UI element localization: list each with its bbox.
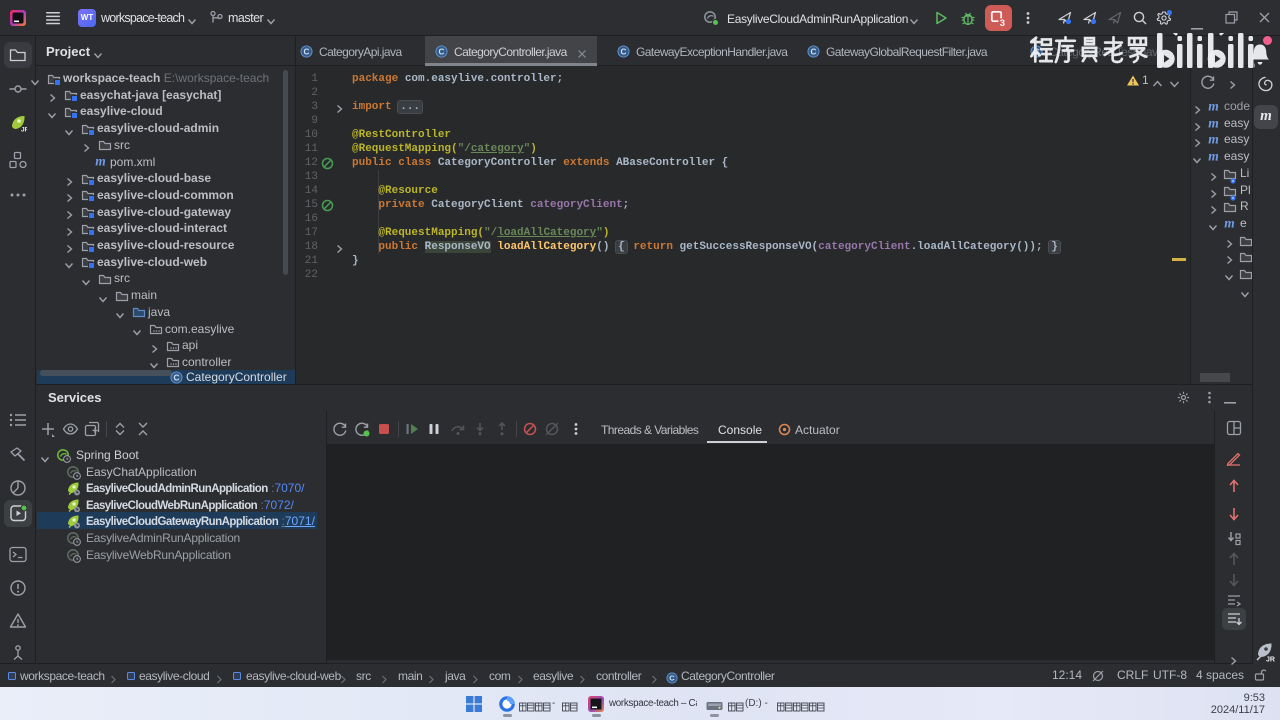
svg-text:m: m [1224, 217, 1235, 230]
svg-text:m: m [1208, 150, 1219, 163]
svg-text:C: C [304, 47, 310, 56]
svg-text:C: C [439, 47, 445, 56]
svg-text:m: m [1208, 117, 1219, 130]
svg-text:m: m [1208, 133, 1219, 146]
svg-text:C: C [174, 373, 180, 382]
svg-text:JR: JR [1266, 657, 1275, 663]
svg-text:C: C [811, 47, 817, 56]
svg-text:JR: JR [21, 127, 27, 133]
svg-text:C: C [669, 674, 675, 683]
svg-text:m: m [1208, 100, 1219, 113]
svg-text:m: m [95, 155, 106, 168]
svg-text:3: 3 [1000, 17, 1005, 27]
svg-text:C: C [621, 47, 627, 56]
